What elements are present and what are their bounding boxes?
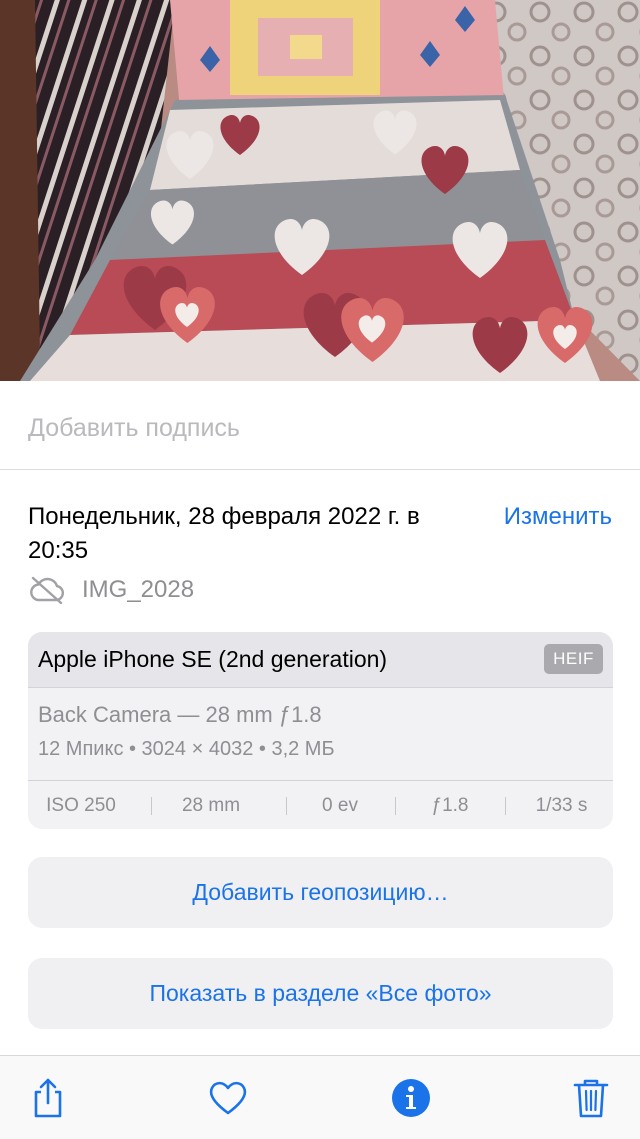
file-name: IMG_2028 bbox=[82, 576, 195, 603]
exif-divider bbox=[151, 797, 152, 815]
focal-length-value: 28 mm bbox=[181, 795, 241, 816]
show-in-all-photos-button[interactable]: Показать в разделе «Все фото» bbox=[28, 958, 613, 1029]
cloud-off-icon bbox=[30, 576, 65, 604]
file-name-row: IMG_2028 bbox=[28, 574, 194, 606]
shutter-speed-value: 1/33 s bbox=[535, 795, 588, 816]
share-icon bbox=[34, 1078, 62, 1118]
capture-date: Понедельник, 28 февраля 2022 г. в 20:35 bbox=[28, 503, 420, 564]
format-badge: HEIF bbox=[544, 644, 603, 674]
lens-info: Back Camera — 28 mm ƒ1.8 bbox=[38, 702, 322, 727]
image-specs: 12 Мпикс • 3024 × 4032 • 3,2 МБ bbox=[38, 738, 335, 760]
share-button[interactable] bbox=[26, 1076, 70, 1120]
photo-image bbox=[0, 0, 640, 381]
heart-icon bbox=[209, 1081, 247, 1115]
exif-divider bbox=[505, 797, 506, 815]
aperture-value: ƒ1.8 bbox=[431, 795, 469, 816]
device-name: Apple iPhone SE (2nd generation) bbox=[38, 646, 388, 672]
photo-info-panel: Понедельник, 28 февраля 2022 г. в 20:35 … bbox=[0, 470, 640, 1055]
delete-button[interactable] bbox=[569, 1076, 613, 1120]
camera-details-card: Apple iPhone SE (2nd generation) HEIF Ba… bbox=[28, 632, 613, 829]
exif-divider bbox=[395, 797, 396, 815]
exif-divider bbox=[286, 797, 287, 815]
iso-value: ISO 250 bbox=[46, 795, 116, 816]
add-location-button[interactable]: Добавить геопозицию… bbox=[28, 857, 613, 928]
trash-icon bbox=[573, 1079, 609, 1118]
exposure-value: 0 ev bbox=[322, 795, 358, 816]
edit-date-button[interactable]: Изменить bbox=[504, 500, 612, 534]
info-icon bbox=[392, 1079, 430, 1117]
favorite-button[interactable] bbox=[206, 1076, 250, 1120]
caption-input[interactable] bbox=[28, 411, 608, 445]
caption-section bbox=[0, 381, 640, 470]
camera-card-header: Apple iPhone SE (2nd generation) HEIF bbox=[28, 632, 613, 688]
exif-row: ISO 250 28 mm 0 ev ƒ1.8 1/33 s bbox=[28, 780, 613, 829]
bottom-toolbar bbox=[0, 1055, 640, 1139]
info-button[interactable] bbox=[389, 1076, 433, 1120]
photo-preview[interactable] bbox=[0, 0, 640, 381]
